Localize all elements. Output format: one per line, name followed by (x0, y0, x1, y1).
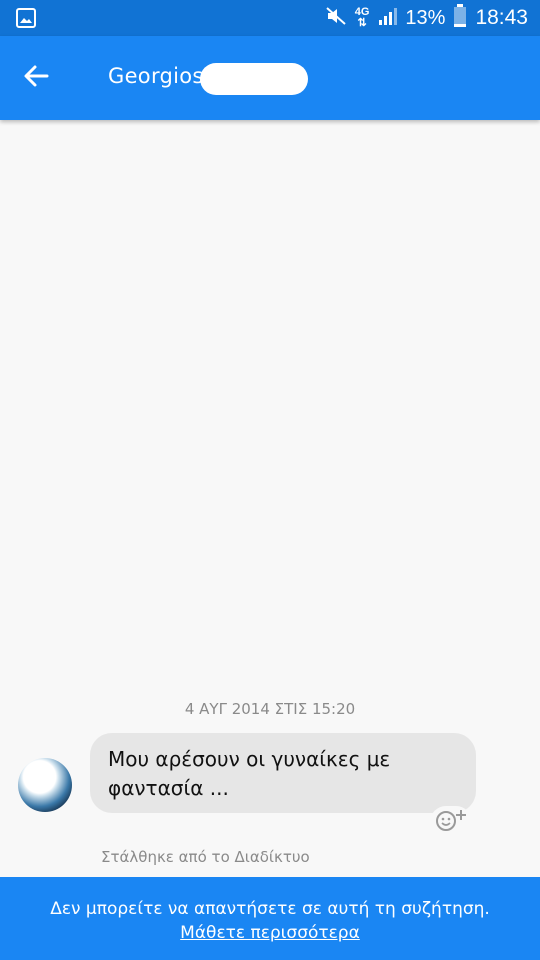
reply-disabled-banner: Δεν μπορείτε να απαντήσετε σε αυτή τη συ… (0, 877, 540, 960)
avatar[interactable] (18, 758, 72, 812)
gallery-icon (16, 8, 36, 32)
reply-disabled-notice: Δεν μπορείτε να απαντήσετε σε αυτή τη συ… (50, 899, 490, 919)
app-bar: Georgios (0, 36, 540, 120)
sent-via-label: Στάλθηκε από το Διαδίκτυο (101, 848, 310, 866)
data-arrows-icon: 4G ⇅ (354, 6, 370, 29)
clock: 18:43 (475, 6, 528, 29)
status-icons: 4G ⇅ 13% 18:43 (325, 0, 528, 36)
battery-icon (453, 4, 467, 32)
learn-more-link[interactable]: Μάθετε περισσότερα (0, 923, 540, 943)
smiley-plus-icon (434, 808, 468, 836)
redacted-surname (200, 63, 308, 95)
battery-percent: 13% (405, 6, 446, 29)
message-timestamp: 4 ΑΥΓ 2014 ΣΤΙΣ 15:20 (184, 700, 356, 718)
mute-icon (325, 6, 347, 30)
message-bubble[interactable]: Μου αρέσουν οι γυναίκες με φαντασία ... (90, 733, 476, 813)
network-type: 4G (354, 6, 370, 18)
arrow-left-icon (23, 63, 49, 93)
signal-icon (377, 6, 398, 30)
status-bar: 4G ⇅ 13% 18:43 (0, 0, 540, 36)
contact-name[interactable]: Georgios (108, 64, 204, 88)
add-reaction-button[interactable] (430, 806, 472, 838)
back-button[interactable] (12, 54, 60, 102)
message-text: Μου αρέσουν οι γυναίκες με φαντασία ... (108, 747, 391, 800)
